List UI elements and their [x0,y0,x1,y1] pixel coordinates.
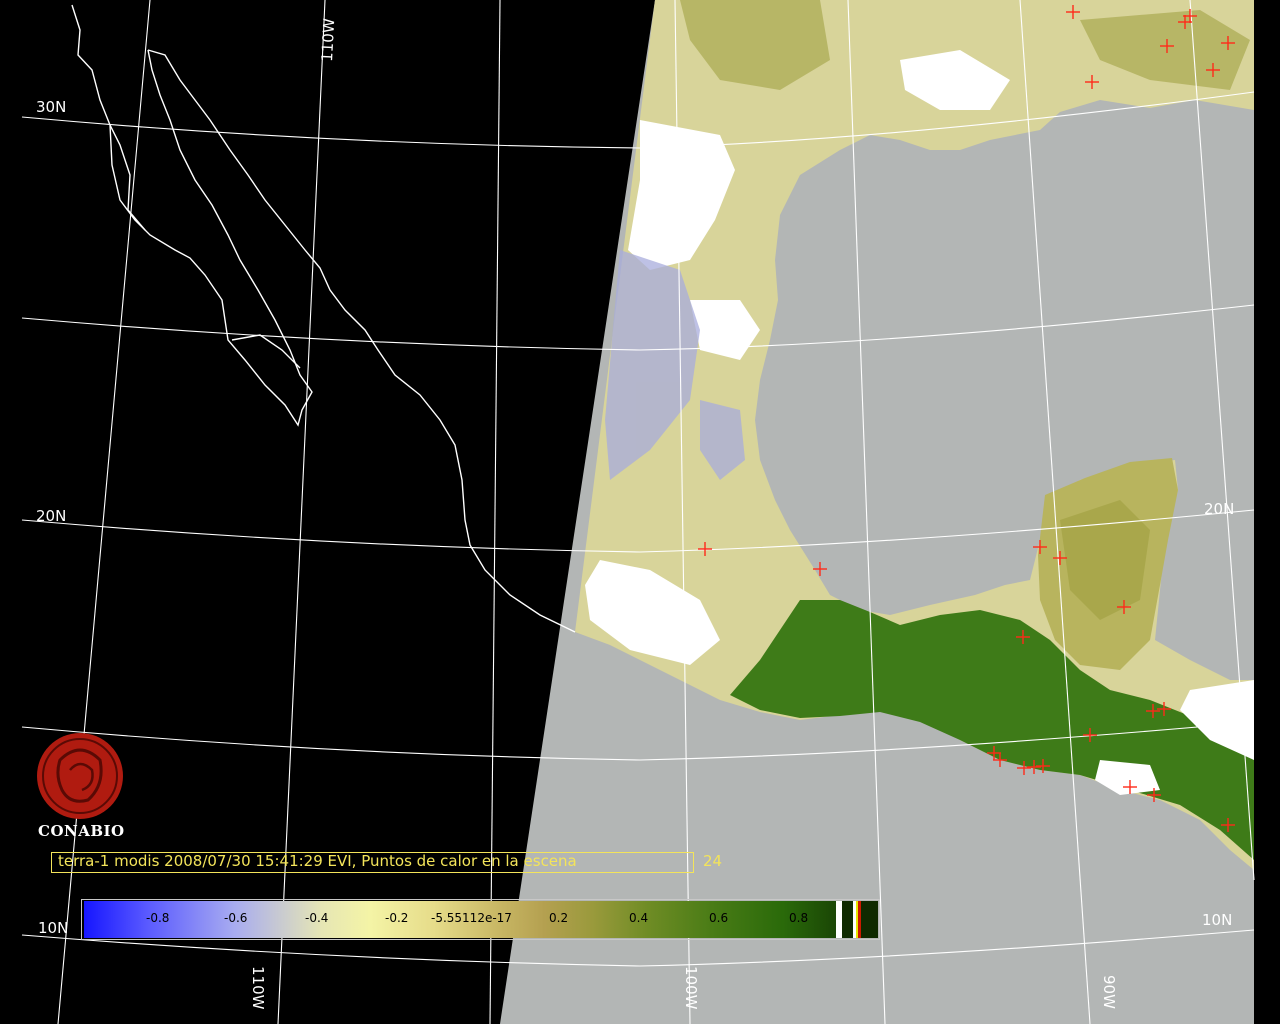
colorbar-tick-label: -0.8 [146,911,170,925]
colorbar-tick-label: -0.4 [305,911,329,925]
colorbar-tick-label: -0.2 [385,911,409,925]
colorbar-tick-label: 0.8 [789,911,809,925]
colorbar-end-swatch [861,901,878,938]
lat-label-20n-left: 20N [36,507,66,525]
conabio-logo-text: CONABIO [38,822,125,840]
colorbar-tick-label: 0.2 [549,911,569,925]
colorbar-tick-label: 0.6 [709,911,729,925]
lat-label-10n-left: 10N [38,919,68,937]
lon-label-110w-bottom: 110W [249,966,267,1010]
lon-label-110w-top: 110W [318,18,338,63]
lon-label-100w: 100W [682,966,700,1010]
colorbar-tick-label: -5.55112e-17 [431,911,512,925]
colorbar-end-swatch [842,901,853,938]
conabio-logo-icon [37,733,123,819]
colorbar-tick-label: -0.6 [224,911,248,925]
hotspot-count: 24 [703,852,723,870]
lat-label-10n-right: 10N [1202,911,1232,929]
colorbar-tick-label: 0.4 [629,911,649,925]
lon-label-90w: 90W [1100,975,1118,1009]
scene-caption: terra-1 modis 2008/07/30 15:41:29 EVI, P… [58,852,577,870]
lat-label-20n-right: 20N [1204,500,1234,518]
lat-label-30n: 30N [36,98,66,116]
